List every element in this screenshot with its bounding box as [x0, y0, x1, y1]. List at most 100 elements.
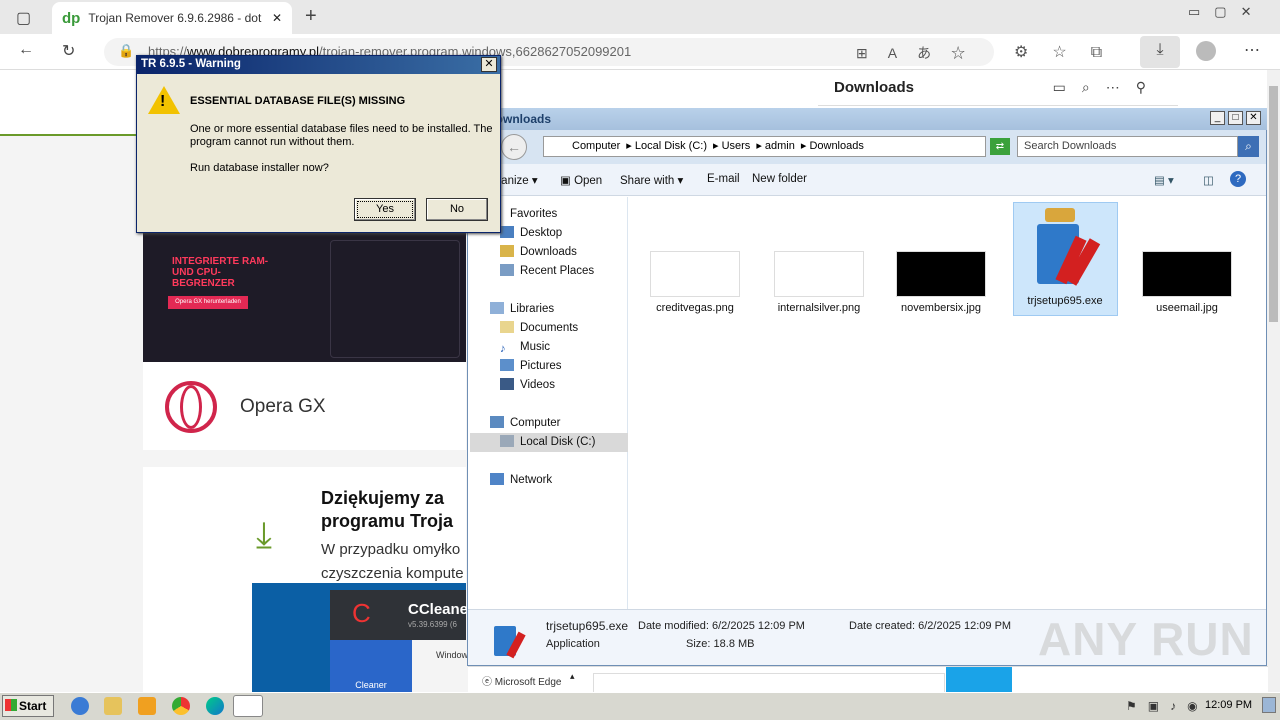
downloads-flyout-title: Downloads [834, 79, 915, 96]
computer-icon [490, 416, 504, 428]
browser-tab[interactable]: dp Trojan Remover 6.9.6.2986 - dot ✕ [52, 2, 292, 34]
ccleaner-cleaner-tab: Cleaner [330, 640, 412, 692]
local-disk-icon [500, 435, 514, 447]
ccleaner-list [412, 640, 466, 692]
trojan-remover-icon [1025, 206, 1105, 291]
help-icon[interactable]: ? [1230, 171, 1246, 187]
ccleaner-name: CCleane [408, 601, 469, 618]
edge-taskbar-icon[interactable] [206, 697, 224, 715]
file-item-selected[interactable]: trjsetup695.exe [1013, 206, 1117, 307]
profile-avatar[interactable] [1196, 41, 1216, 61]
dialog-close-button[interactable]: ✕ [481, 57, 497, 72]
no-button[interactable]: No [426, 198, 488, 221]
trojan-remover-small-icon [488, 618, 532, 659]
banner-text: INTEGRIERTE RAM- UND CPU-BEGRENZER [172, 256, 269, 289]
dobreprogramy-favicon-icon: dp [62, 9, 81, 27]
close-tab-icon[interactable]: ✕ [272, 11, 282, 25]
breadcrumb[interactable]: Computer ▸ Local Disk (C:) ▸ Users ▸ admin ▸… [543, 136, 986, 157]
downloads-flyout: Downloads ▭⌕⋯⚲ [818, 70, 1178, 106]
banner-download-button[interactable]: Opera GX herunterladen [168, 296, 248, 309]
explorer-toolbar: Organize ▾ ▣ Open Share with ▾ E-mail Ne… [468, 164, 1266, 196]
libraries-icon [490, 302, 504, 314]
window-controls[interactable]: ▭▢✕ [1188, 4, 1265, 20]
downloads-icon[interactable]: ⤓ [1140, 36, 1180, 68]
documents-icon [500, 321, 514, 333]
explorer-back-button[interactable]: ← [501, 134, 527, 160]
navigation-pane: ★Favorites Desktop Downloads Recent Plac… [470, 197, 628, 609]
new-tab-icon[interactable]: + [305, 5, 317, 28]
header-underline [0, 134, 140, 136]
close-button[interactable]: ✕ [1246, 111, 1261, 125]
downloads-flyout-actions[interactable]: ▭⌕⋯⚲ [1053, 79, 1162, 96]
file-item[interactable]: novembersix.jpg [889, 251, 993, 314]
new-folder-button[interactable]: New folder [752, 173, 807, 185]
open-button[interactable]: ▣ Open [560, 173, 602, 187]
nav-favorites[interactable]: ★Favorites [490, 205, 648, 224]
file-item[interactable]: creditvegas.png [643, 251, 747, 314]
clock: 12:09 PM [1205, 699, 1253, 711]
image-thumbnail [1142, 251, 1232, 297]
opera-name: Opera GX [240, 396, 326, 417]
anyrun-watermark: ANY RUN [1038, 613, 1254, 665]
explorer-refresh-button[interactable]: ⇄ [990, 138, 1010, 155]
address-bar-actions[interactable]: ⊞Aあ☆ [856, 43, 985, 63]
desktop-icon [500, 226, 514, 238]
nav-network[interactable]: Network [490, 471, 648, 490]
nav-local-disk[interactable]: Local Disk (C:) [470, 433, 628, 452]
thanks-title: Dziękujemy za programu Troja [321, 488, 454, 531]
yes-button[interactable]: Yes [354, 198, 416, 221]
videos-icon [500, 378, 514, 390]
more-icon[interactable]: ⋯ [1244, 40, 1260, 60]
file-item[interactable]: internalsilver.png [767, 251, 871, 314]
dialog-question: Run database installer now? [190, 162, 329, 174]
search-input[interactable]: Search Downloads [1017, 136, 1238, 157]
explorer-titlebar[interactable]: Downloads _ □ ✕ [467, 108, 1267, 130]
thanks-text: W przypadku omyłko czyszczenia kompute [321, 541, 464, 582]
view-options-icon[interactable]: ▤ ▾ [1154, 173, 1174, 187]
taskbar [0, 692, 1280, 720]
chrome-icon[interactable] [172, 697, 190, 715]
details-file-type: Application [546, 638, 600, 650]
minimize-button[interactable]: _ [1210, 111, 1225, 125]
tab-actions-icon[interactable]: ▢ [16, 8, 31, 28]
banner-ui-preview [330, 240, 460, 358]
show-desktop-button[interactable] [1262, 697, 1276, 713]
maximize-button[interactable]: □ [1228, 111, 1243, 125]
recent-places-icon [500, 264, 514, 276]
share-with-menu[interactable]: Share with ▾ [620, 173, 683, 187]
refresh-icon[interactable]: ↻ [62, 41, 75, 61]
pictures-icon [500, 359, 514, 371]
music-icon: ♪ [500, 343, 506, 355]
page-scrollbar-thumb[interactable] [1269, 86, 1278, 322]
edge-strip-field [593, 673, 945, 693]
back-icon[interactable]: ← [18, 41, 34, 59]
media-player-icon[interactable] [138, 697, 156, 715]
ccleaner-version: v5.39.6399 (6 [408, 620, 457, 629]
chevron-up-icon[interactable]: ▴ [570, 671, 575, 682]
ie-icon[interactable] [71, 697, 89, 715]
network-icon [490, 473, 504, 485]
tray-icons[interactable]: ⚑▣♪◉ [1126, 699, 1209, 713]
nav-computer[interactable]: Computer [490, 414, 648, 433]
tab-title: Trojan Remover 6.9.6.2986 - dot [88, 11, 262, 25]
image-thumbnail [774, 251, 864, 297]
image-thumbnail [650, 251, 740, 297]
details-modified: Date modified: 6/2/2025 12:09 PM [638, 620, 805, 632]
dialog-message: One or more essential database files nee… [190, 123, 493, 148]
download-arrow-icon: ⤓ [256, 514, 272, 555]
toolbar-icons[interactable]: ⚙☆⧉ [1014, 42, 1126, 62]
edge-item[interactable]: ⓔ Microsoft Edge [482, 673, 561, 688]
dialog-heading: ESSENTIAL DATABASE FILE(S) MISSING [190, 95, 406, 107]
dialog-title: TR 6.9.5 - Warning [141, 58, 241, 70]
preview-pane-icon[interactable]: ◫ [1203, 173, 1214, 187]
search-icon[interactable]: ⌕ [1238, 136, 1259, 157]
dialog-titlebar[interactable]: TR 6.9.5 - Warning [137, 56, 500, 74]
file-item[interactable]: useemail.jpg [1135, 251, 1239, 314]
windows-logo-icon [5, 699, 17, 711]
nav-libraries[interactable]: Libraries [490, 300, 648, 319]
explorer-taskbar-icon[interactable] [104, 697, 122, 715]
email-button[interactable]: E-mail [707, 173, 740, 185]
edge-list-strip: ⓔ Microsoft Edge ▴ [468, 666, 1268, 693]
trojan-remover-taskbar-button[interactable] [233, 695, 263, 717]
lock-icon[interactable]: 🔒 [118, 43, 134, 59]
